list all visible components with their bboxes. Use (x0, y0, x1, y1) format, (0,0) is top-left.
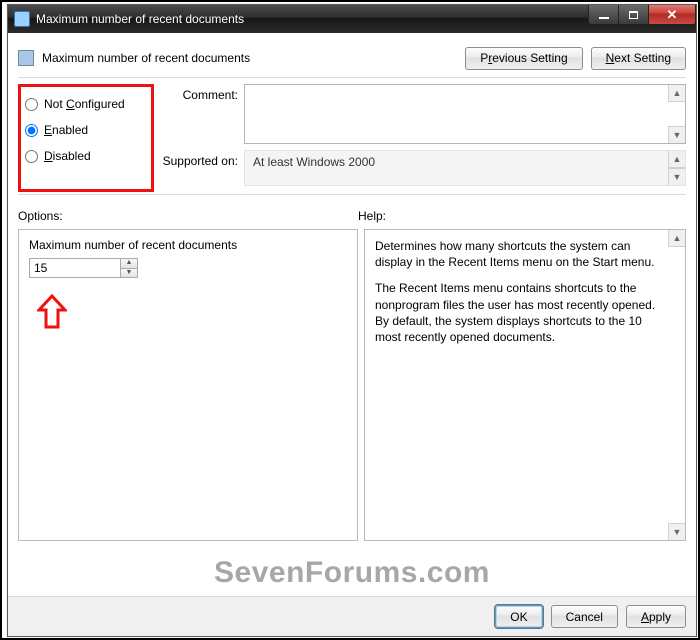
next-setting-button[interactable]: Next Setting (591, 47, 686, 70)
policy-icon (18, 50, 34, 66)
radio-label: Disabled (44, 149, 91, 163)
options-section-label: Options: (18, 209, 63, 223)
scroll-up-icon[interactable]: ▲ (668, 85, 685, 102)
minimize-button[interactable] (588, 5, 618, 25)
radio-label: Not Configured (44, 97, 125, 111)
titlebar[interactable]: Maximum number of recent documents ✕ (8, 5, 696, 33)
scroll-down-icon[interactable]: ▼ (668, 523, 685, 540)
comment-textarea[interactable]: ▲ ▼ (244, 84, 686, 144)
maximize-icon (629, 11, 638, 19)
supported-label: Supported on: (154, 150, 244, 168)
maximize-button[interactable] (618, 5, 648, 25)
app-icon (14, 11, 30, 27)
radio-label: Enabled (44, 123, 88, 137)
annotation-arrow-icon (37, 294, 67, 330)
supported-on-value: At least Windows 2000 (253, 155, 375, 169)
spin-up-button[interactable]: ▲ (121, 258, 138, 268)
scroll-up-icon[interactable]: ▲ (668, 230, 685, 247)
radio-not-configured[interactable]: Not Configured (21, 91, 147, 117)
previous-setting-button[interactable]: Previous Setting (465, 47, 582, 70)
help-section-label: Help: (358, 209, 386, 223)
supported-on-box: At least Windows 2000 ▲ ▼ (244, 150, 686, 186)
scroll-down-icon[interactable]: ▼ (668, 168, 685, 185)
cancel-button[interactable]: Cancel (551, 605, 618, 628)
recent-docs-input[interactable] (29, 258, 121, 278)
help-paragraph: Determines how many shortcuts the system… (375, 238, 663, 270)
dialog-footer: OK Cancel Apply (8, 596, 696, 636)
dialog-window: Maximum number of recent documents ✕ Max… (7, 4, 697, 637)
radio-disabled-input[interactable] (25, 150, 38, 163)
scroll-down-icon[interactable]: ▼ (668, 126, 685, 143)
option-field-label: Maximum number of recent documents (29, 238, 347, 252)
policy-title: Maximum number of recent documents (42, 51, 465, 65)
ok-button[interactable]: OK (495, 605, 542, 628)
recent-docs-spinner[interactable]: ▲ ▼ (29, 258, 139, 278)
close-button[interactable]: ✕ (648, 5, 696, 25)
state-radio-group: Not Configured Enabled Disabled (18, 84, 154, 192)
divider (18, 77, 686, 78)
radio-enabled-input[interactable] (25, 124, 38, 137)
help-paragraph: The Recent Items menu contains shortcuts… (375, 280, 663, 345)
radio-disabled[interactable]: Disabled (21, 143, 147, 169)
minimize-icon (599, 17, 609, 19)
close-icon: ✕ (667, 8, 678, 21)
spin-down-button[interactable]: ▼ (121, 268, 138, 278)
radio-enabled[interactable]: Enabled (21, 117, 147, 143)
help-panel: Determines how many shortcuts the system… (364, 229, 686, 541)
apply-button[interactable]: Apply (626, 605, 686, 628)
options-panel: Maximum number of recent documents ▲ ▼ (18, 229, 358, 541)
watermark-text: SevenForums.com (8, 556, 696, 590)
radio-not-configured-input[interactable] (25, 98, 38, 111)
scroll-up-icon[interactable]: ▲ (668, 151, 685, 168)
divider (18, 194, 686, 195)
comment-label: Comment: (154, 84, 244, 102)
